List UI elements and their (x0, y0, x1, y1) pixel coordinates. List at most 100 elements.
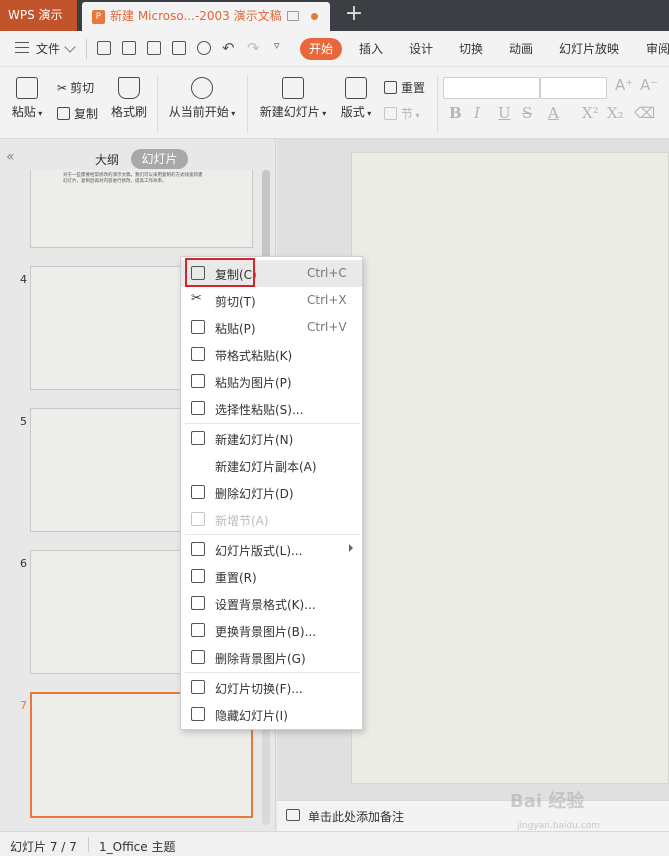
presentation-file-icon: P (92, 10, 105, 24)
reset-button[interactable]: 重置 (384, 79, 425, 96)
change-bg-image-icon (191, 623, 205, 637)
notes-icon (286, 809, 300, 821)
background-format-icon (191, 596, 205, 610)
collapse-panel-icon[interactable]: « (6, 149, 15, 165)
menu-item-delete-slide[interactable]: 删除幻灯片(D) (181, 479, 362, 506)
print-icon[interactable] (172, 41, 186, 55)
export-pdf-icon[interactable] (147, 41, 161, 55)
scissors-icon: ✂ (57, 81, 68, 95)
section-button[interactable]: 节 ▾ (384, 105, 420, 122)
slide-number: 4 (20, 273, 27, 286)
section-label: 节 (401, 107, 414, 121)
tab-animation[interactable]: 动画 (509, 40, 533, 57)
menu-separator (185, 423, 360, 424)
annotation-highlight-box (185, 258, 255, 287)
ribbon: 粘贴 ▾ ✂ 剪切 复制 格式刷 从当前开始 ▾ 新建幻灯片 ▾ 版式 ▾ 重置 … (0, 67, 669, 139)
italic-icon[interactable]: I (474, 104, 480, 122)
menu-bar: 文件 ↶ ↷ ▿ 开始 插入 设计 切换 动画 幻灯片放映 审阅 (0, 31, 669, 67)
subscript-icon[interactable]: X₂ (607, 104, 624, 122)
submenu-arrow-icon (349, 544, 353, 552)
unsaved-dot-icon[interactable] (311, 13, 318, 20)
layout-label: 版式 (340, 105, 365, 119)
open-icon[interactable] (97, 41, 111, 55)
file-menu[interactable]: 文件 (36, 40, 60, 57)
layout-icon (191, 542, 205, 556)
font-size-combo[interactable] (540, 77, 607, 99)
menu-item-duplicate-slide[interactable]: 新建幻灯片副本(A) (181, 452, 362, 479)
reset-label: 重置 (401, 81, 426, 95)
slide-canvas[interactable] (351, 152, 669, 784)
slide-thumbnail-3[interactable]: 对于一些需要经常修改的演示文稿，我们可以采用复制的方式快速新建幻灯片，复制后再对… (30, 170, 253, 248)
menu-item-paste-special[interactable]: 选择性粘贴(S)... (181, 395, 362, 422)
customize-qa-icon[interactable]: ▿ (274, 39, 280, 52)
cut-label: 剪切 (70, 81, 95, 95)
menu-separator (185, 672, 360, 673)
print-preview-icon[interactable] (197, 41, 211, 55)
redo-icon[interactable]: ↷ (247, 39, 260, 57)
layout-button[interactable]: 版式 ▾ (339, 77, 373, 120)
save-icon[interactable] (122, 41, 136, 55)
notes-pane[interactable]: 单击此处添加备注 (277, 800, 669, 831)
cut-button[interactable]: ✂ 剪切 (57, 79, 94, 96)
pin-window-icon[interactable] (287, 11, 299, 21)
font-name-combo[interactable] (443, 77, 540, 99)
menu-item-change-bg-image[interactable]: 更换背景图片(B)... (181, 617, 362, 644)
copy-icon (57, 107, 70, 120)
tab-design[interactable]: 设计 (409, 40, 433, 57)
copy-button[interactable]: 复制 (57, 105, 98, 122)
tab-outline[interactable]: 大纲 (95, 151, 119, 168)
paste-icon (191, 320, 205, 334)
bold-icon[interactable]: B (449, 104, 462, 122)
status-bar: 幻灯片 7 / 7 1_Office 主题 (0, 831, 669, 856)
divider (437, 75, 438, 133)
chevron-down-icon[interactable] (64, 41, 76, 53)
paste-button[interactable]: 粘贴 ▾ (10, 77, 44, 120)
paste-label: 粘贴 (11, 105, 36, 119)
underline-icon[interactable]: U (498, 104, 511, 122)
paste-format-icon (191, 347, 205, 361)
new-section-icon (191, 512, 205, 526)
menu-item-paste-as-image[interactable]: 粘贴为图片(P) (181, 368, 362, 395)
strikethrough-icon[interactable]: S (522, 104, 532, 122)
menu-item-slide-transition[interactable]: 幻灯片切换(F)... (181, 674, 362, 701)
menu-item-delete-bg-image[interactable]: 删除背景图片(G) (181, 644, 362, 671)
tab-review[interactable]: 审阅 (646, 40, 669, 57)
menu-item-cut[interactable]: ✂ 剪切(T) Ctrl+X (181, 287, 362, 314)
new-slide-button[interactable]: 新建幻灯片 ▾ (258, 77, 328, 120)
tab-slideshow[interactable]: 幻灯片放映 (559, 40, 619, 57)
play-from-current-button[interactable]: 从当前开始 ▾ (167, 77, 237, 120)
theme-name[interactable]: 1_Office 主题 (99, 838, 175, 855)
tab-insert[interactable]: 插入 (359, 40, 383, 57)
paste-special-icon (191, 401, 205, 415)
menu-item-paste[interactable]: 粘贴(P) Ctrl+V (181, 314, 362, 341)
undo-icon[interactable]: ↶ (222, 39, 235, 57)
brush-icon (118, 77, 140, 99)
menu-item-slide-layout[interactable]: 幻灯片版式(L)... (181, 536, 362, 563)
tab-slides[interactable]: 幻灯片 (131, 149, 188, 169)
menu-item-reset[interactable]: 重置(R) (181, 563, 362, 590)
menu-item-new-slide[interactable]: 新建幻灯片(N) (181, 425, 362, 452)
document-tab[interactable]: P 新建 Microso...-2003 演示文稿 (82, 2, 330, 31)
slide-number: 6 (20, 557, 27, 570)
layout-icon (345, 77, 367, 99)
notes-placeholder: 单击此处添加备注 (308, 810, 405, 824)
new-slide-label: 新建幻灯片 (259, 105, 320, 119)
superscript-icon[interactable]: X² (582, 104, 599, 122)
menu-item-background-format[interactable]: 设置背景格式(K)... (181, 590, 362, 617)
app-tab[interactable]: WPS 演示 (0, 0, 77, 31)
tab-start[interactable]: 开始 (300, 38, 342, 60)
format-painter-button[interactable]: 格式刷 (110, 77, 148, 120)
menu-item-hide-slide[interactable]: 隐藏幻灯片(I) (181, 701, 362, 728)
transition-icon (191, 680, 205, 694)
tab-transition[interactable]: 切换 (459, 40, 483, 57)
paste-icon (16, 77, 38, 99)
grow-font-icon[interactable]: A⁺ (615, 76, 633, 94)
clear-format-icon[interactable]: ⌫ (634, 104, 655, 122)
menu-separator (185, 534, 360, 535)
slide-number: 5 (20, 415, 27, 428)
menu-item-paste-with-format[interactable]: 带格式粘贴(K) (181, 341, 362, 368)
new-tab-button[interactable]: + (342, 3, 366, 27)
shrink-font-icon[interactable]: A⁻ (640, 76, 658, 94)
font-color-icon[interactable]: A (548, 104, 559, 122)
hamburger-icon[interactable] (15, 42, 29, 53)
